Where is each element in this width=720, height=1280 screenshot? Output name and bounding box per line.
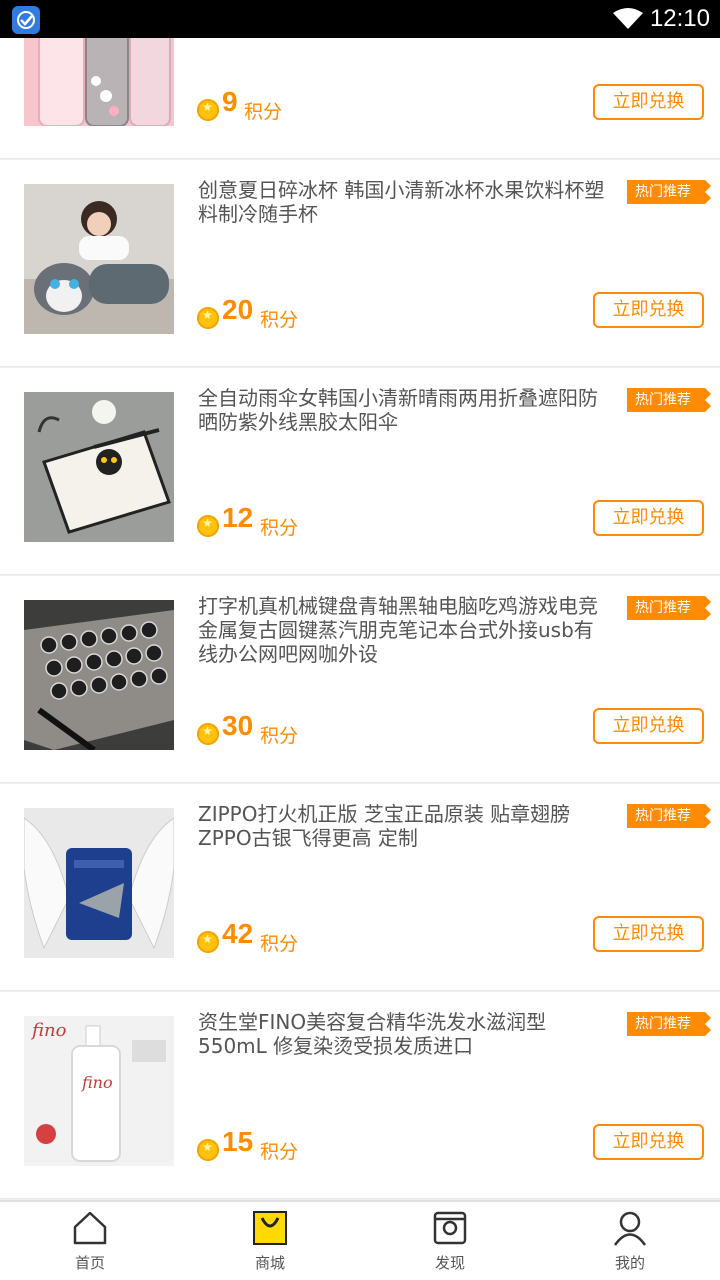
product-card[interactable]: fino fino 资生堂FINO美容复合精华洗发水滋润型550mL 修复染烫受…	[0, 992, 720, 1200]
points-value: 9	[222, 86, 238, 117]
points-value: 12	[222, 502, 254, 533]
points-coin-icon	[197, 307, 219, 329]
wifi-icon	[613, 8, 643, 29]
product-card[interactable]: 全自动雨伞女韩国小清新晴雨两用折叠遮阳防晒防紫外线黑胶太阳伞 热门推荐 12 积…	[0, 368, 720, 576]
bottom-tab-bar: 首页 商城 发现 我的	[0, 1200, 720, 1280]
product-card[interactable]: ZIPPO打火机正版 芝宝正品原装 贴章翅膀ZPPO古银飞得更高 定制 热门推荐…	[0, 784, 720, 992]
tab-mine-label: 我的	[614, 1254, 645, 1272]
points-coin-icon	[197, 515, 219, 537]
points-value: 30	[222, 710, 254, 741]
product-card[interactable]: 9 积分 立即兑换	[0, 38, 720, 160]
points-unit: 积分	[260, 1141, 299, 1163]
points-coin-icon	[197, 1139, 219, 1161]
product-image[interactable]	[24, 392, 174, 542]
user-icon	[613, 1211, 647, 1246]
points-unit: 积分	[260, 725, 299, 747]
redeem-button[interactable]: 立即兑换	[593, 1124, 704, 1160]
discover-icon	[433, 1211, 467, 1245]
product-card[interactable]: 创意夏日碎冰杯 韩国小清新冰杯水果饮料杯塑料制冷随手杯 热门推荐 20 积分 立…	[0, 160, 720, 368]
hot-recommend-badge: 热门推荐	[627, 388, 711, 412]
product-list[interactable]: 9 积分 立即兑换 创意夏日碎冰杯 韩国小清新冰杯水果饮料杯塑料制冷随手杯 热门…	[0, 38, 720, 1200]
redeem-button[interactable]: 立即兑换	[593, 500, 704, 536]
tab-discover-label: 发现	[434, 1254, 465, 1272]
product-image[interactable]	[24, 808, 174, 958]
tab-home[interactable]: 首页	[0, 1202, 180, 1280]
points-value: 20	[222, 294, 254, 325]
hot-recommend-badge: 热门推荐	[627, 596, 711, 620]
tab-home-label: 首页	[74, 1254, 105, 1272]
product-card[interactable]: 打字机真机械键盘青轴黑轴电脑吃鸡游戏电竞金属复古圆键蒸汽朋克笔记本台式外接usb…	[0, 576, 720, 784]
redeem-button[interactable]: 立即兑换	[593, 916, 704, 952]
hot-recommend-badge: 热门推荐	[627, 1012, 711, 1036]
tab-mine[interactable]: 我的	[540, 1202, 720, 1280]
home-icon	[73, 1211, 107, 1245]
product-title[interactable]: 创意夏日碎冰杯 韩国小清新冰杯水果饮料杯塑料制冷随手杯	[198, 178, 608, 226]
notification-app-icon	[12, 6, 40, 34]
points-coin-icon	[197, 723, 219, 745]
product-title[interactable]: ZIPPO打火机正版 芝宝正品原装 贴章翅膀ZPPO古银飞得更高 定制	[198, 802, 608, 850]
tab-discover[interactable]: 发现	[360, 1202, 540, 1280]
product-image[interactable]	[24, 184, 174, 334]
hot-recommend-badge: 热门推荐	[627, 180, 711, 204]
product-title[interactable]: 全自动雨伞女韩国小清新晴雨两用折叠遮阳防晒防紫外线黑胶太阳伞	[198, 386, 608, 434]
product-image[interactable]	[24, 38, 174, 126]
points-unit: 积分	[244, 101, 283, 123]
status-bar: 12:10	[0, 0, 720, 38]
redeem-button[interactable]: 立即兑换	[593, 708, 704, 744]
points-unit: 积分	[260, 517, 299, 539]
svg-text:fino: fino	[81, 1073, 113, 1092]
tab-mall-label: 商城	[254, 1254, 285, 1272]
product-image[interactable]: fino fino	[24, 1016, 174, 1166]
points-unit: 积分	[260, 933, 299, 955]
clock: 12:10	[649, 5, 710, 32]
product-image[interactable]	[24, 600, 174, 750]
points-value: 15	[222, 1126, 254, 1157]
points-coin-icon	[197, 931, 219, 953]
tab-mall[interactable]: 商城	[180, 1202, 360, 1280]
shopping-bag-icon	[253, 1211, 287, 1245]
product-title[interactable]: 打字机真机械键盘青轴黑轴电脑吃鸡游戏电竞金属复古圆键蒸汽朋克笔记本台式外接usb…	[198, 594, 608, 666]
points-value: 42	[222, 918, 254, 949]
points-unit: 积分	[260, 309, 299, 331]
points-coin-icon	[197, 99, 219, 121]
redeem-button[interactable]: 立即兑换	[593, 84, 704, 120]
product-title[interactable]: 资生堂FINO美容复合精华洗发水滋润型550mL 修复染烫受损发质进口	[198, 1010, 608, 1058]
svg-text:fino: fino	[30, 1020, 67, 1041]
hot-recommend-badge: 热门推荐	[627, 804, 711, 828]
redeem-button[interactable]: 立即兑换	[593, 292, 704, 328]
